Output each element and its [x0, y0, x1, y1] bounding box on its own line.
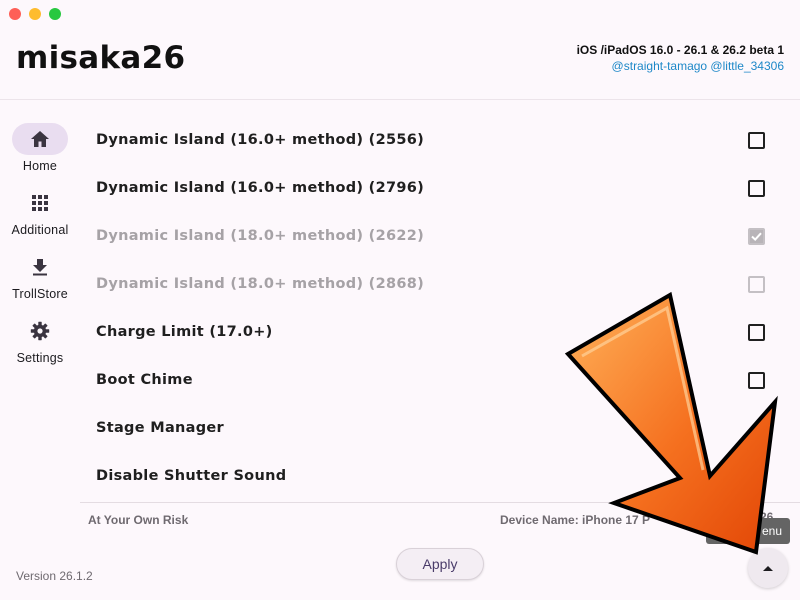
- checkmark-icon: [751, 232, 762, 241]
- app-title: misaka26: [16, 40, 186, 76]
- app-window: misaka26 iOS /iPadOS 16.0 - 26.1 & 26.2 …: [0, 0, 800, 600]
- tweak-row[interactable]: Dynamic Island (16.0+ method) (2556): [80, 116, 800, 164]
- nav-pill: [12, 187, 68, 219]
- tweak-checkbox: [748, 275, 765, 293]
- sidebar-item-label: Settings: [16, 351, 64, 365]
- tweak-label: Dynamic Island (18.0+ method) (2868): [96, 276, 425, 292]
- device-name: Device Name: iPhone 17 P: [500, 513, 651, 527]
- sidebar-item-label: TrollStore: [12, 287, 68, 301]
- tweak-row[interactable]: Dynamic Island (16.0+ method) (2796): [80, 164, 800, 212]
- nav-pill: [12, 123, 68, 155]
- tweak-row[interactable]: Boot Chime: [80, 356, 800, 404]
- tweak-row[interactable]: Stage Manager: [80, 404, 800, 452]
- home-icon: [31, 131, 49, 147]
- sidebar-item-additional[interactable]: Additional: [0, 182, 80, 246]
- tweak-label: Charge Limit (17.0+): [96, 324, 273, 340]
- footer-divider: [80, 502, 800, 503]
- tweak-label: Dynamic Island (18.0+ method) (2622): [96, 228, 425, 244]
- header-divider: [0, 99, 800, 100]
- sidebar-item-trollstore[interactable]: TrollStore: [0, 246, 80, 310]
- zoom-window-button[interactable]: [49, 8, 61, 20]
- tweak-label: Dynamic Island (16.0+ method) (2556): [96, 132, 425, 148]
- tweak-row: Dynamic Island (18.0+ method) (2622): [80, 212, 800, 260]
- caret-up-icon: [763, 566, 773, 571]
- tweak-checkbox[interactable]: [748, 131, 765, 149]
- close-window-button[interactable]: [9, 8, 21, 20]
- nav-pill: [12, 251, 68, 283]
- sidebar: Home Additional TrollStore Settings: [0, 118, 80, 374]
- menu-tooltip: enu: [706, 518, 790, 544]
- download-icon: [33, 259, 47, 276]
- version-label: Version 26.1.2: [16, 569, 93, 583]
- sidebar-item-label: Home: [22, 159, 58, 173]
- tweak-checkbox[interactable]: [748, 323, 765, 341]
- tweak-label: Disable Shutter Sound: [96, 468, 287, 484]
- tweak-row: Dynamic Island (18.0+ method) (2868): [80, 260, 800, 308]
- tweaks-list: Dynamic Island (16.0+ method) (2556) Dyna…: [80, 116, 800, 500]
- traffic-lights: [9, 8, 61, 20]
- sidebar-item-label: Additional: [11, 223, 69, 237]
- tweak-row[interactable]: Disable Shutter Sound: [80, 452, 800, 500]
- sidebar-item-home[interactable]: Home: [0, 118, 80, 182]
- risk-warning: At Your Own Risk: [88, 513, 189, 527]
- sidebar-item-settings[interactable]: Settings: [0, 310, 80, 374]
- apply-button[interactable]: Apply: [396, 548, 484, 580]
- tweak-row[interactable]: Charge Limit (17.0+): [80, 308, 800, 356]
- grid-icon: [32, 195, 48, 211]
- tweak-checkbox[interactable]: [748, 371, 765, 389]
- menu-button[interactable]: [748, 548, 788, 588]
- tweak-checkbox: [748, 227, 765, 245]
- compatibility-text: iOS /iPadOS 16.0 - 26.1 & 26.2 beta 1: [576, 43, 784, 57]
- nav-pill: [12, 315, 68, 347]
- tweak-label: Boot Chime: [96, 372, 193, 388]
- minimize-window-button[interactable]: [29, 8, 41, 20]
- tweak-checkbox[interactable]: [748, 179, 765, 197]
- gear-icon: [30, 321, 50, 341]
- header-info: iOS /iPadOS 16.0 - 26.1 & 26.2 beta 1 @s…: [577, 42, 784, 74]
- tweak-label: Dynamic Island (16.0+ method) (2796): [96, 180, 425, 196]
- tweak-label: Stage Manager: [96, 420, 225, 436]
- credits-link[interactable]: @straight-tamago @little_34306: [577, 58, 784, 74]
